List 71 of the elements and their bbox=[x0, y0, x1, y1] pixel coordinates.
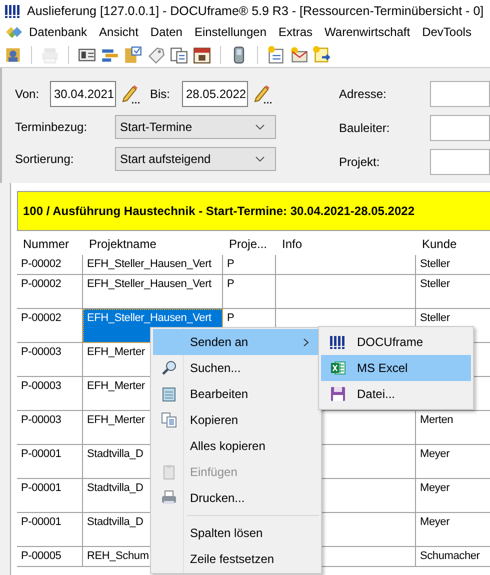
clipboard-icon bbox=[161, 464, 177, 480]
toolbar-icon[interactable] bbox=[170, 46, 188, 64]
menu-item[interactable]: Ansicht bbox=[93, 25, 144, 39]
search-icon bbox=[161, 360, 177, 376]
table-cell: Meyer bbox=[416, 479, 490, 513]
table-cell: P-00002 bbox=[17, 275, 83, 309]
table-cell: P-00005 bbox=[17, 547, 83, 567]
table-cell: P bbox=[223, 255, 276, 275]
pencil-icon[interactable] bbox=[122, 84, 140, 104]
column-header[interactable]: Proje... bbox=[223, 235, 276, 255]
table-cell: Meyer bbox=[416, 445, 490, 479]
input-field[interactable] bbox=[430, 115, 490, 141]
toolbar-icon[interactable] bbox=[124, 46, 142, 64]
dropdown[interactable]: Start aufsteigend bbox=[115, 147, 276, 171]
menu-item[interactable]: Datenbank bbox=[23, 25, 94, 39]
column-header[interactable]: Projektname bbox=[83, 235, 223, 255]
chevron-down-icon bbox=[255, 124, 265, 130]
date-field[interactable]: 30.04.2021 bbox=[50, 81, 116, 107]
dropdown[interactable]: Start-Termine bbox=[115, 115, 276, 139]
table-cell: P-00002 bbox=[17, 255, 83, 275]
column-header[interactable]: Info bbox=[276, 235, 416, 255]
menu-item[interactable]: Senden an bbox=[153, 329, 319, 355]
input-field[interactable] bbox=[430, 149, 490, 175]
window-title: Auslieferung [127.0.0.1] - DOCUframe® 5.9 R3 - [Ressourcen-Terminübersicht - 0] bbox=[27, 4, 484, 18]
table-cell: P-00003 bbox=[17, 377, 83, 411]
menu-item[interactable]: DevTools bbox=[416, 25, 478, 39]
toolbar-icon[interactable] bbox=[193, 46, 211, 64]
field-label: Von: bbox=[15, 87, 40, 101]
toolbar-icon[interactable] bbox=[313, 46, 331, 64]
input-field[interactable] bbox=[430, 81, 490, 107]
menu-item[interactable]: Datei... bbox=[321, 381, 471, 407]
menu-item[interactable]: Warenwirtschaft bbox=[318, 25, 416, 39]
table-cell: Steller bbox=[416, 275, 490, 309]
column-header[interactable]: Kunde bbox=[416, 235, 490, 255]
menu-item[interactable]: MS Excel bbox=[321, 355, 471, 381]
toolbar-icon[interactable] bbox=[267, 46, 285, 64]
table-cell: Meyer bbox=[416, 513, 490, 547]
field-label: Sortierung: bbox=[15, 152, 75, 166]
table-cell: P-00001 bbox=[17, 513, 83, 547]
notepad-icon bbox=[161, 386, 177, 402]
table-cell: P-00001 bbox=[17, 479, 83, 513]
date-field[interactable]: 28.05.2022 bbox=[182, 81, 248, 107]
table-cell: P-00001 bbox=[17, 445, 83, 479]
toolbar-icon[interactable] bbox=[290, 46, 308, 64]
field-label: Bis: bbox=[150, 87, 172, 101]
printer-icon bbox=[161, 490, 177, 506]
table-cell: Merten bbox=[416, 411, 490, 445]
column-header[interactable]: Nummer bbox=[17, 235, 83, 255]
menu-item[interactable]: Extras bbox=[272, 25, 319, 39]
header-banner: 100 / Ausführung Haustechnik - Start-Termine: 30.04.2021-28.05.2022 bbox=[17, 191, 490, 231]
field-label: Adresse: bbox=[339, 87, 386, 101]
field-label: Bauleiter: bbox=[339, 121, 390, 135]
table-cell: P-00003 bbox=[17, 411, 83, 445]
spreadsheet-icon bbox=[330, 360, 346, 376]
copy-icon bbox=[161, 412, 177, 428]
table-cell: Schumacher bbox=[416, 547, 490, 567]
bars-logo-icon bbox=[330, 335, 346, 349]
table-cell: EFH_Steller_Hausen_Vert bbox=[83, 255, 223, 275]
pencil-icon[interactable] bbox=[254, 84, 272, 104]
menu-item[interactable]: Daten bbox=[144, 25, 188, 39]
toolbar-icon[interactable] bbox=[4, 46, 22, 64]
menu-item[interactable]: Einstellungen bbox=[188, 25, 272, 39]
chevron-right-icon bbox=[303, 338, 309, 346]
table-cell: Steller bbox=[416, 255, 490, 275]
field-label: Terminbezug: bbox=[15, 120, 88, 134]
app-logo-icon bbox=[5, 4, 21, 18]
field-label: Projekt: bbox=[339, 155, 380, 169]
chevron-down-icon bbox=[255, 156, 265, 162]
table-cell: P-00003 bbox=[17, 343, 83, 377]
table-cell: P bbox=[223, 275, 276, 309]
app-menu-icon[interactable] bbox=[5, 24, 23, 40]
